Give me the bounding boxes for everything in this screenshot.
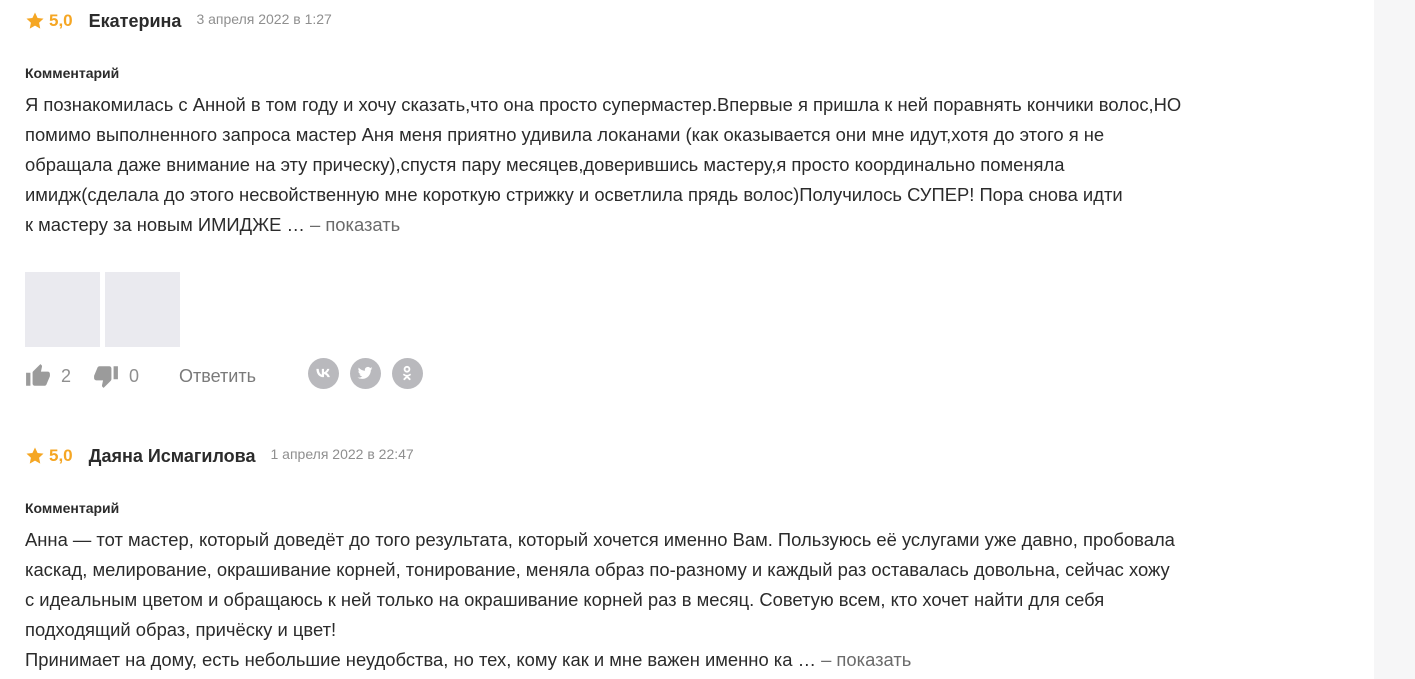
review-actions: 2 0 Ответить <box>25 357 1355 391</box>
author-name[interactable]: Даяна Исмагилова <box>89 446 256 467</box>
like-count: 2 <box>61 365 72 386</box>
review-card: 5,0 Даяна Исмагилова 1 апреля 2022 в 22:… <box>25 444 1355 675</box>
review-photo-thumbnail[interactable] <box>105 272 180 347</box>
review-text: Я познакомилась с Анной в том году и хоч… <box>25 90 1355 240</box>
review-text-line: с идеальным цветом и обращаюсь к ней тол… <box>25 589 1105 610</box>
review-photo-thumbnail[interactable] <box>25 272 100 347</box>
reviews-page: 5,0 Екатерина 3 апреля 2022 в 1:27 Комме… <box>0 0 1415 679</box>
rating-value: 5,0 <box>49 11 73 30</box>
show-more-link[interactable]: – показать <box>310 214 400 235</box>
twitter-icon <box>357 366 373 379</box>
rating-value: 5,0 <box>49 446 73 465</box>
star-icon <box>26 12 44 29</box>
review-text-line: имидж(сделала до этого несвойственную мн… <box>25 184 1123 205</box>
review-text-line: к мастеру за новым ИМИДЖЕ … – показать <box>25 210 1355 240</box>
review-text: Анна — тот мастер, который доведёт до то… <box>25 525 1355 675</box>
author-name[interactable]: Екатерина <box>89 11 182 32</box>
share-ok-button[interactable] <box>391 357 423 389</box>
review-text-line: каскад, мелирование, окрашивание корней,… <box>25 559 1170 580</box>
vk-icon <box>316 368 331 378</box>
reply-button[interactable]: Ответить <box>179 366 256 387</box>
review-text-line: подходящий образ, причёску и цвет! <box>25 619 337 640</box>
right-side-panel <box>1374 0 1415 679</box>
review-text-line: помимо выполненного запроса мастер Аня м… <box>25 124 1105 145</box>
share-twitter-button[interactable] <box>349 357 381 389</box>
review-text-line: обращала даже внимание на эту прическу),… <box>25 154 1065 175</box>
dislike-count: 0 <box>129 365 140 386</box>
comment-label: Комментарий <box>25 500 120 516</box>
review-text-last: Принимает на дому, есть небольшие неудоб… <box>25 649 816 670</box>
review-date: 3 апреля 2022 в 1:27 <box>196 11 332 27</box>
review-card: 5,0 Екатерина 3 апреля 2022 в 1:27 Комме… <box>25 9 1355 391</box>
odnoklassniki-icon <box>403 365 412 381</box>
comment-label: Комментарий <box>25 65 120 81</box>
review-text-line: Принимает на дому, есть небольшие неудоб… <box>25 645 1355 675</box>
review-header: 5,0 Екатерина 3 апреля 2022 в 1:27 <box>25 9 1355 33</box>
review-date: 1 апреля 2022 в 22:47 <box>270 446 414 462</box>
show-more-link[interactable]: – показать <box>821 649 911 670</box>
star-icon <box>26 447 44 464</box>
review-text-line: Анна — тот мастер, который доведёт до то… <box>25 529 1175 550</box>
like-button[interactable]: 2 <box>25 363 71 389</box>
thumbs-up-icon <box>26 364 50 386</box>
share-vk-button[interactable] <box>307 357 339 389</box>
review-text-line: Я познакомилась с Анной в том году и хоч… <box>25 94 1182 115</box>
dislike-button[interactable]: 0 <box>93 363 139 389</box>
thumbs-down-icon <box>94 366 118 388</box>
review-photos <box>25 272 1355 347</box>
review-header: 5,0 Даяна Исмагилова 1 апреля 2022 в 22:… <box>25 444 1355 468</box>
review-text-last: к мастеру за новым ИМИДЖЕ … <box>25 214 305 235</box>
